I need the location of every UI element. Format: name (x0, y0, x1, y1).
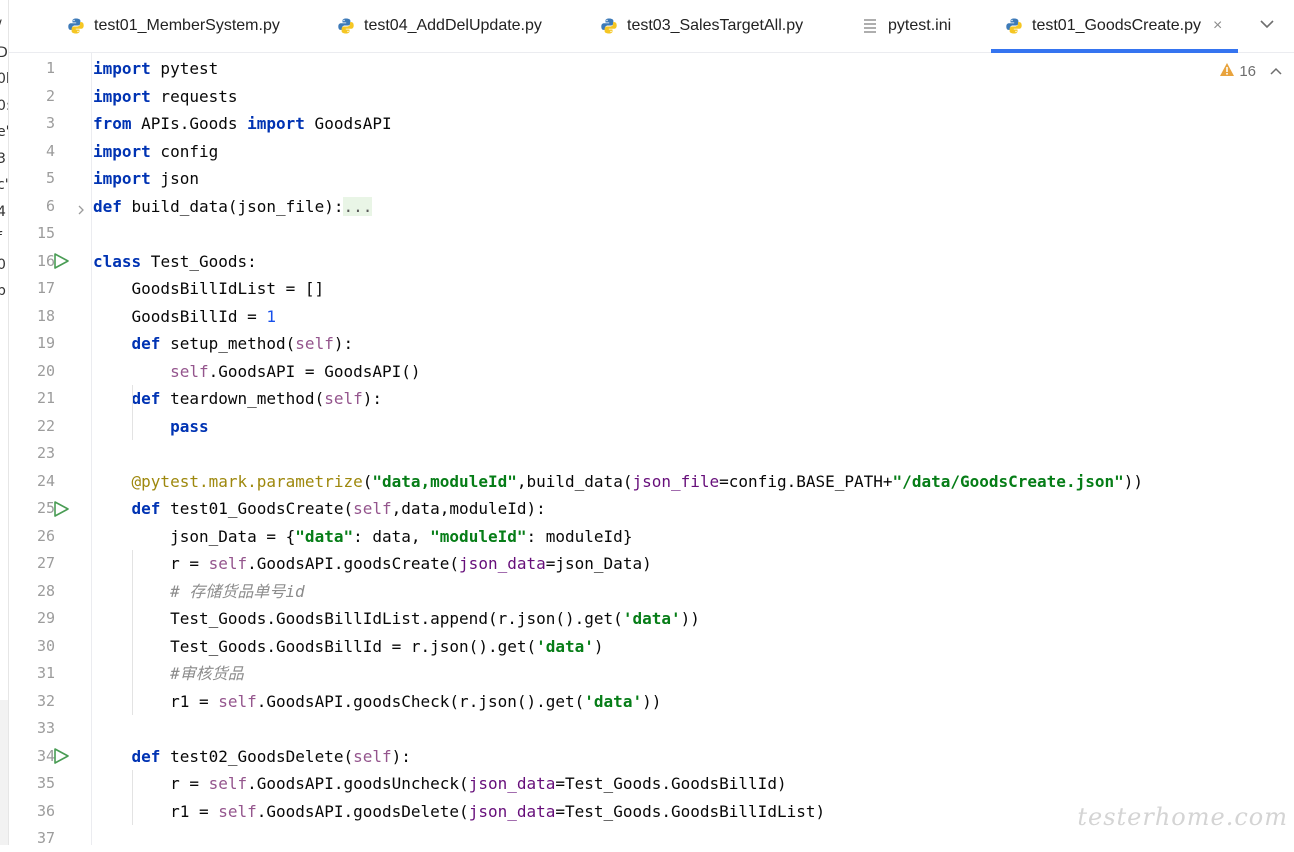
tab-test01-membersystem[interactable]: test01_MemberSystem.py (67, 0, 280, 52)
tab-pytest-ini[interactable]: pytest.ini (861, 0, 951, 52)
line-number: 6 (45, 196, 55, 215)
clipped-panel-text: c' (0, 177, 9, 193)
clipped-panel-text: b (0, 283, 6, 299)
line-number: 27 (36, 554, 55, 572)
project-panel-edge: / D: 0l 0: e' 3 c' 4 f 0 b (0, 0, 9, 845)
code-line: import pytest (93, 59, 219, 78)
code-line: import json (93, 169, 199, 188)
tab-test01-goodscreate[interactable]: test01_GoodsCreate.py × (991, 0, 1239, 53)
code-line: def build_data(json_file):... (93, 196, 373, 216)
clipped-panel-text: 3 (0, 151, 6, 167)
code-line: Test_Goods.GoodsBillIdList.append(r.json… (93, 609, 700, 628)
line-number: 15 (36, 224, 55, 242)
code-line: self.GoodsAPI = GoodsAPI() (170, 361, 421, 381)
code-line: def setup_method(self): (131, 334, 354, 353)
text-file-icon (861, 17, 879, 35)
inspection-widget[interactable]: 16 (1219, 62, 1282, 81)
clipped-panel-text: 0: (0, 98, 8, 114)
code-line: # 存储货品单号id (93, 581, 305, 601)
clipped-panel-text: e' (0, 124, 8, 140)
line-number: 26 (36, 526, 55, 545)
clipped-panel-text: 0l (0, 71, 8, 87)
line-number: 21 (36, 389, 55, 407)
line-number: 25 (36, 499, 55, 517)
watermark: testerhome.com (1077, 803, 1288, 831)
line-number: 4 (45, 141, 55, 160)
code-line: GoodsBillId = 1 (93, 306, 277, 326)
tab-test04-adddelupdate[interactable]: test04_AddDelUpdate.py (337, 0, 542, 52)
code-line: def teardown_method(self): (131, 389, 382, 408)
fold-arrow-icon[interactable] (76, 201, 86, 214)
editor-tab-bar: test01_MemberSystem.py test04_AddDelUpda… (9, 0, 1294, 53)
run-test-icon[interactable] (53, 748, 69, 764)
code-line: r1 = self.GoodsAPI.goodsCheck(r.json().g… (93, 691, 662, 711)
code-line: pass (170, 416, 209, 436)
line-number: 33 (36, 719, 55, 737)
line-number: 28 (36, 581, 55, 600)
chevron-down-icon[interactable] (1258, 14, 1276, 34)
clipped-panel-text: f (0, 230, 2, 246)
line-number: 16 (36, 251, 55, 270)
tab-test03-salestargetall[interactable]: test03_SalesTargetAll.py (600, 0, 803, 52)
line-number: 5 (45, 169, 55, 187)
line-number: 31 (36, 664, 55, 682)
python-file-icon (600, 17, 618, 35)
clipped-panel-text: / (0, 18, 2, 34)
code-line: json_Data = {"data": data, "moduleId": m… (93, 526, 633, 546)
close-tab-icon[interactable]: × (1213, 17, 1222, 35)
run-test-icon[interactable] (53, 253, 69, 269)
code-line: #审核货品 (93, 664, 244, 683)
line-number: 19 (36, 334, 55, 352)
code-editor[interactable]: import pytest import requests from APIs.Go… (91, 53, 1294, 845)
code-line: class Test_Goods: (93, 251, 257, 271)
tab-label: test04_AddDelUpdate.py (364, 17, 542, 34)
code-line: import requests (93, 86, 238, 106)
warning-count: 16 (1239, 63, 1256, 80)
line-number: 29 (36, 609, 55, 627)
line-number: 3 (45, 114, 55, 132)
clipped-panel-text: D: (0, 45, 8, 61)
indent-guide (132, 770, 133, 825)
code-line: def test01_GoodsCreate(self,data,moduleI… (131, 499, 546, 518)
line-number: 1 (45, 59, 55, 77)
line-number: 23 (36, 444, 55, 462)
code-line: import config (93, 141, 219, 161)
code-line: r1 = self.GoodsAPI.goodsDelete(json_data… (93, 801, 826, 821)
chevron-up-icon[interactable] (1270, 63, 1282, 80)
clipped-panel-text: 0 (0, 257, 6, 273)
indent-guide (132, 550, 133, 715)
code-line: r = self.GoodsAPI.goodsCreate(json_data=… (93, 554, 652, 573)
tab-label: test01_MemberSystem.py (94, 17, 280, 34)
warning-icon (1219, 62, 1235, 81)
run-test-icon[interactable] (53, 500, 69, 517)
line-number-gutter: 1 2 3 4 5 6 15 16 17 18 19 20 21 22 23 24 25 26 27 28 29 30 31… (9, 53, 92, 847)
code-line: r = self.GoodsAPI.goodsUncheck(json_data… (93, 774, 787, 793)
line-number: 32 (36, 691, 55, 710)
line-number: 34 (36, 746, 55, 765)
code-line: def test02_GoodsDelete(self): (131, 746, 411, 766)
indent-guide (132, 385, 133, 440)
line-number: 36 (36, 801, 55, 820)
line-number: 17 (36, 279, 55, 297)
code-line: @pytest.mark.parametrize("data,moduleId"… (131, 471, 1143, 491)
python-file-icon (1005, 17, 1023, 35)
line-number: 35 (36, 774, 55, 792)
line-number: 30 (36, 636, 55, 655)
code-line: Test_Goods.GoodsBillId = r.json().get('d… (93, 636, 604, 656)
panel-shade (0, 700, 8, 845)
code-line: GoodsBillIdList = [] (93, 279, 325, 298)
line-number: 20 (36, 361, 55, 380)
code-line: from APIs.Goods import GoodsAPI (93, 114, 392, 133)
line-number: 2 (45, 86, 55, 105)
tab-label: test03_SalesTargetAll.py (627, 17, 804, 34)
tab-label: pytest.ini (888, 17, 952, 34)
line-number: 22 (36, 416, 55, 435)
python-file-icon (337, 17, 355, 35)
line-number: 37 (36, 829, 55, 847)
tab-label: test01_GoodsCreate.py (1032, 17, 1201, 34)
clipped-panel-text: 4 (0, 204, 6, 220)
line-number: 18 (36, 306, 55, 325)
line-number: 24 (36, 471, 55, 490)
python-file-icon (67, 17, 85, 35)
